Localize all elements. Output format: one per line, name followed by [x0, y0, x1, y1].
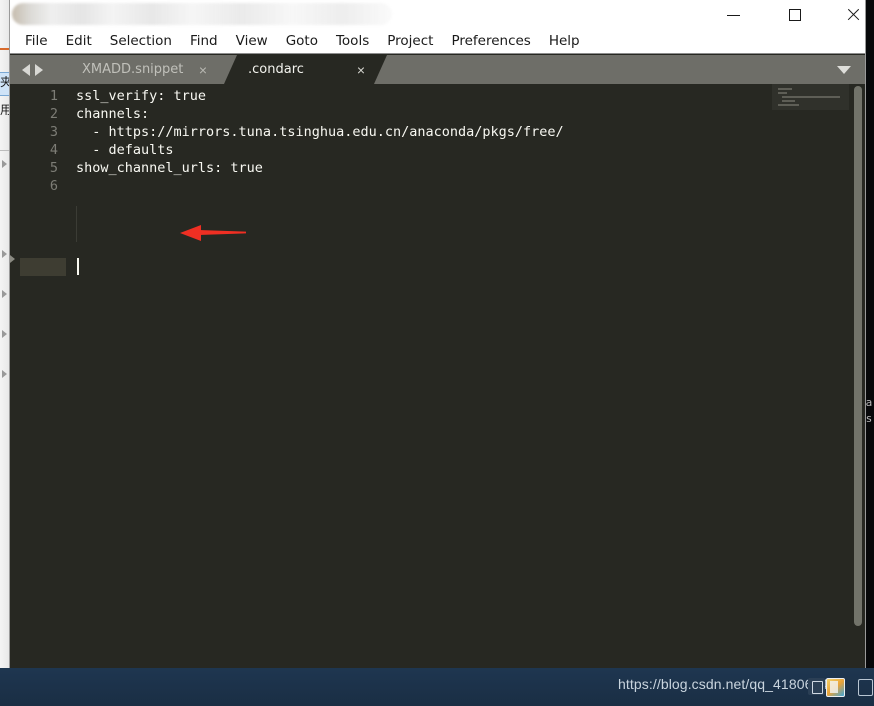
tab-xmadd-snippet[interactable]: XMADD.snippet × — [62, 55, 224, 84]
tab-condarc[interactable]: .condarc × — [224, 55, 387, 84]
menu-item-view[interactable]: View — [227, 30, 277, 53]
menu-item-find[interactable]: Find — [181, 30, 227, 53]
minimap[interactable] — [772, 84, 849, 672]
tab-close-icon[interactable]: × — [199, 63, 207, 77]
expand-arrow-icon[interactable] — [2, 250, 7, 258]
line-number: 2 — [49, 106, 58, 122]
close-icon — [846, 8, 860, 22]
expand-arrow-icon[interactable] — [2, 330, 7, 338]
minimize-button[interactable] — [710, 0, 756, 30]
tab-navigation — [22, 60, 66, 80]
indent-guide — [76, 206, 77, 242]
text-cursor — [77, 258, 79, 275]
menu-item-edit[interactable]: Edit — [57, 30, 101, 53]
menu-item-tools[interactable]: Tools — [327, 30, 378, 53]
tab-label: .condarc — [248, 62, 304, 77]
expand-arrow-icon[interactable] — [2, 160, 7, 168]
code-line-1: ssl_verify: true — [76, 88, 207, 104]
app-icon[interactable] — [826, 678, 845, 697]
line-number: 1 — [49, 88, 58, 104]
fold-arrow-icon[interactable] — [10, 255, 15, 263]
code-line-2: channels: — [76, 106, 150, 122]
watermark-url: https://blog.csdn.net/qq_41806141 — [618, 676, 837, 692]
tab-label: XMADD.snippet — [82, 62, 184, 77]
menu-item-file[interactable]: File — [16, 30, 57, 53]
person-icon[interactable] — [808, 678, 825, 695]
menu-bar: File Edit Selection Find View Goto Tools… — [10, 30, 865, 54]
annotation-arrow-icon — [180, 224, 246, 242]
menu-item-project[interactable]: Project — [378, 30, 442, 53]
chevron-down-icon[interactable] — [837, 66, 851, 74]
code-line-4: - defaults — [76, 142, 174, 158]
menu-item-help[interactable]: Help — [540, 30, 589, 53]
code-line-3: - https://mirrors.tuna.tsinghua.edu.cn/a… — [76, 124, 564, 140]
active-line-highlight — [20, 258, 66, 276]
line-number: 3 — [49, 124, 58, 140]
maximize-button[interactable] — [772, 0, 818, 30]
line-number: 6 — [49, 178, 58, 194]
line-number: 4 — [49, 142, 58, 158]
code-editor[interactable]: 1 2 3 4 5 6 ssl_verify: true channels: -… — [10, 84, 865, 672]
maximize-icon — [789, 9, 801, 21]
window-icon[interactable] — [858, 679, 873, 696]
sublime-text-window: File Edit Selection Find View Goto Tools… — [10, 0, 865, 672]
menu-item-goto[interactable]: Goto — [277, 30, 327, 53]
expand-arrow-icon[interactable] — [2, 290, 7, 298]
arrow-left-icon[interactable] — [22, 64, 30, 76]
tab-bar: XMADD.snippet × .condarc × — [10, 55, 865, 84]
arrow-right-icon[interactable] — [35, 64, 43, 76]
expand-arrow-icon[interactable] — [2, 370, 7, 378]
minimize-icon — [726, 14, 740, 16]
title-bar[interactable] — [10, 0, 865, 31]
code-line-5: show_channel_urls: true — [76, 160, 263, 176]
window-title-redacted — [12, 3, 392, 25]
menu-item-selection[interactable]: Selection — [101, 30, 181, 53]
line-number-gutter: 1 2 3 4 5 6 — [10, 84, 66, 672]
menu-item-preferences[interactable]: Preferences — [442, 30, 539, 53]
tab-close-icon[interactable]: × — [357, 63, 365, 77]
editor-scrollbar-thumb[interactable] — [854, 86, 862, 626]
close-button[interactable] — [830, 0, 874, 30]
line-number: 5 — [49, 160, 58, 176]
